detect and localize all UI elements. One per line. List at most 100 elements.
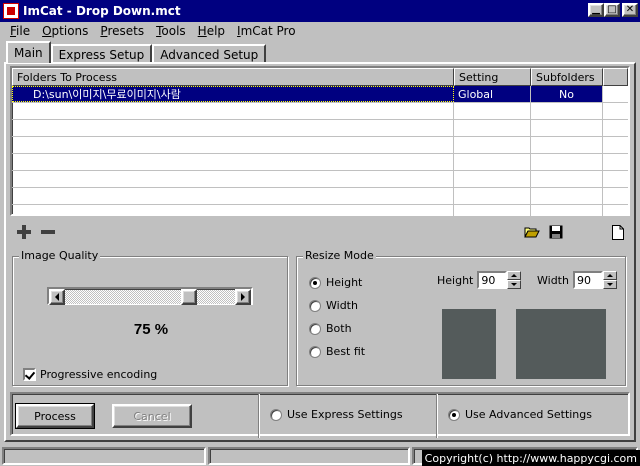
use-advanced-settings-label: Use Advanced Settings xyxy=(465,408,592,421)
radio-icon[interactable] xyxy=(309,276,321,289)
image-quality-title: Image Quality xyxy=(19,249,101,262)
height-up-button[interactable] xyxy=(507,271,522,280)
menu-tools[interactable]: Tools xyxy=(150,24,192,38)
menu-presets-label: resets xyxy=(107,24,145,38)
save-button[interactable] xyxy=(546,222,566,242)
table-row-empty xyxy=(12,103,628,120)
menu-presets[interactable]: Presets xyxy=(94,24,150,38)
width-input[interactable]: 90 xyxy=(572,271,603,289)
plus-icon xyxy=(17,225,31,239)
radio-icon[interactable] xyxy=(270,408,282,421)
progressive-encoding-label: Progressive encoding xyxy=(40,368,158,381)
width-spinner-label: Width xyxy=(537,273,569,287)
new-button[interactable] xyxy=(608,222,628,242)
slider-track[interactable] xyxy=(65,290,235,304)
add-folder-button[interactable] xyxy=(14,222,34,242)
tab-main[interactable]: Main xyxy=(6,41,51,63)
height-input[interactable]: 90 xyxy=(477,271,508,289)
menu-options-accel: O xyxy=(42,24,52,38)
new-document-icon xyxy=(612,224,624,240)
folders-table[interactable]: Folders To Process Setting Subfolders D:… xyxy=(10,66,630,222)
menu-imcat-pro[interactable]: ImCat Pro xyxy=(231,24,302,38)
arrow-down-icon xyxy=(606,283,613,286)
radio-icon[interactable] xyxy=(309,322,321,335)
column-setting[interactable]: Setting xyxy=(454,68,531,86)
width-spinner-row: Width 90 xyxy=(537,271,617,289)
remove-folder-button[interactable] xyxy=(38,222,58,242)
tab-express-setup[interactable]: Express Setup xyxy=(50,44,153,63)
width-spinner[interactable]: 90 xyxy=(572,271,617,289)
radio-both[interactable]: Both xyxy=(309,322,352,335)
process-button-label: Process xyxy=(34,409,76,423)
process-button[interactable]: Process xyxy=(15,403,95,429)
tab-strip: Main Express Setup Advanced Setup xyxy=(6,41,267,63)
table-row-empty xyxy=(12,188,628,205)
minus-icon xyxy=(41,225,55,239)
status-pane-2 xyxy=(208,447,410,465)
arrow-right-icon xyxy=(241,293,245,301)
menu-help[interactable]: Help xyxy=(192,24,231,38)
use-express-settings-radio[interactable]: Use Express Settings xyxy=(270,408,403,421)
open-folder-icon xyxy=(524,227,540,238)
tab-advanced-setup[interactable]: Advanced Setup xyxy=(152,44,267,63)
open-button[interactable] xyxy=(522,222,542,242)
height-spinner[interactable]: 90 xyxy=(477,271,522,289)
radio-best-fit[interactable]: Best fit xyxy=(309,345,365,358)
menu-options[interactable]: Options xyxy=(36,24,94,38)
cancel-button-label: Cancel xyxy=(133,409,171,423)
table-row-empty xyxy=(12,137,628,154)
copyright-watermark: Copyright(c) http://www.happycgi.com xyxy=(421,450,640,466)
radio-width[interactable]: Width xyxy=(309,299,358,312)
image-quality-group: Image Quality 75 % Progressive encoding xyxy=(12,249,288,386)
column-subfolders[interactable]: Subfolders xyxy=(531,68,603,86)
menu-imcat-pro-label: mCat Pro xyxy=(240,24,296,38)
empty-cell xyxy=(603,86,628,102)
menu-file[interactable]: File xyxy=(4,24,36,38)
progressive-encoding-checkbox[interactable]: Progressive encoding xyxy=(23,368,157,381)
divider xyxy=(258,394,260,438)
action-panel: Process Cancel Use Express Settings Use … xyxy=(10,392,630,438)
close-icon: ✕ xyxy=(625,4,635,15)
close-button[interactable]: ✕ xyxy=(622,3,638,17)
column-folders[interactable]: Folders To Process xyxy=(12,68,454,86)
radio-icon[interactable] xyxy=(309,345,321,358)
width-up-button[interactable] xyxy=(602,271,617,280)
app-icon[interactable] xyxy=(3,3,19,19)
cancel-button[interactable]: Cancel xyxy=(112,404,192,428)
subfolders-cell[interactable]: No xyxy=(531,86,603,102)
use-advanced-settings-radio[interactable]: Use Advanced Settings xyxy=(448,408,592,421)
width-preview xyxy=(516,309,606,379)
radio-height-label: Height xyxy=(326,276,363,289)
menu-tools-label: ools xyxy=(161,24,186,38)
use-express-settings-label: Use Express Settings xyxy=(287,408,403,421)
checkbox-icon[interactable] xyxy=(23,368,36,381)
status-pane-1 xyxy=(2,447,206,465)
menu-bar: File Options Presets Tools Help ImCat Pr… xyxy=(0,22,640,40)
maximize-button[interactable]: □ xyxy=(604,3,620,17)
slider-left-button[interactable] xyxy=(49,289,65,305)
height-down-button[interactable] xyxy=(507,280,522,289)
minimize-icon: ▁ xyxy=(592,4,600,15)
resize-mode-group: Resize Mode Height Width Both Best fit H… xyxy=(296,249,626,386)
radio-height[interactable]: Height xyxy=(309,276,362,289)
slider-right-button[interactable] xyxy=(235,289,251,305)
minimize-button[interactable]: ▁ xyxy=(588,3,604,17)
title-bar[interactable]: ImCat - Drop Down.mct ▁ □ ✕ xyxy=(0,0,640,22)
quality-slider[interactable] xyxy=(47,287,253,305)
column-empty xyxy=(603,68,628,86)
radio-icon[interactable] xyxy=(309,299,321,312)
menu-help-accel: H xyxy=(197,24,207,38)
arrow-left-icon xyxy=(55,293,59,301)
floppy-disk-icon xyxy=(549,225,563,239)
window-title: ImCat - Drop Down.mct xyxy=(23,4,181,18)
menu-help-label: elp xyxy=(206,24,226,38)
width-down-button[interactable] xyxy=(602,280,617,289)
table-row[interactable]: D:\sun\이미지\무료이미지\사람 Global No xyxy=(12,86,628,103)
radio-icon[interactable] xyxy=(448,408,460,421)
arrow-up-icon xyxy=(606,274,613,277)
menu-file-label: ile xyxy=(16,24,31,38)
arrow-up-icon xyxy=(511,274,518,277)
slider-thumb[interactable] xyxy=(181,289,197,305)
folder-path-cell[interactable]: D:\sun\이미지\무료이미지\사람 xyxy=(12,86,454,102)
setting-cell[interactable]: Global xyxy=(454,86,531,102)
